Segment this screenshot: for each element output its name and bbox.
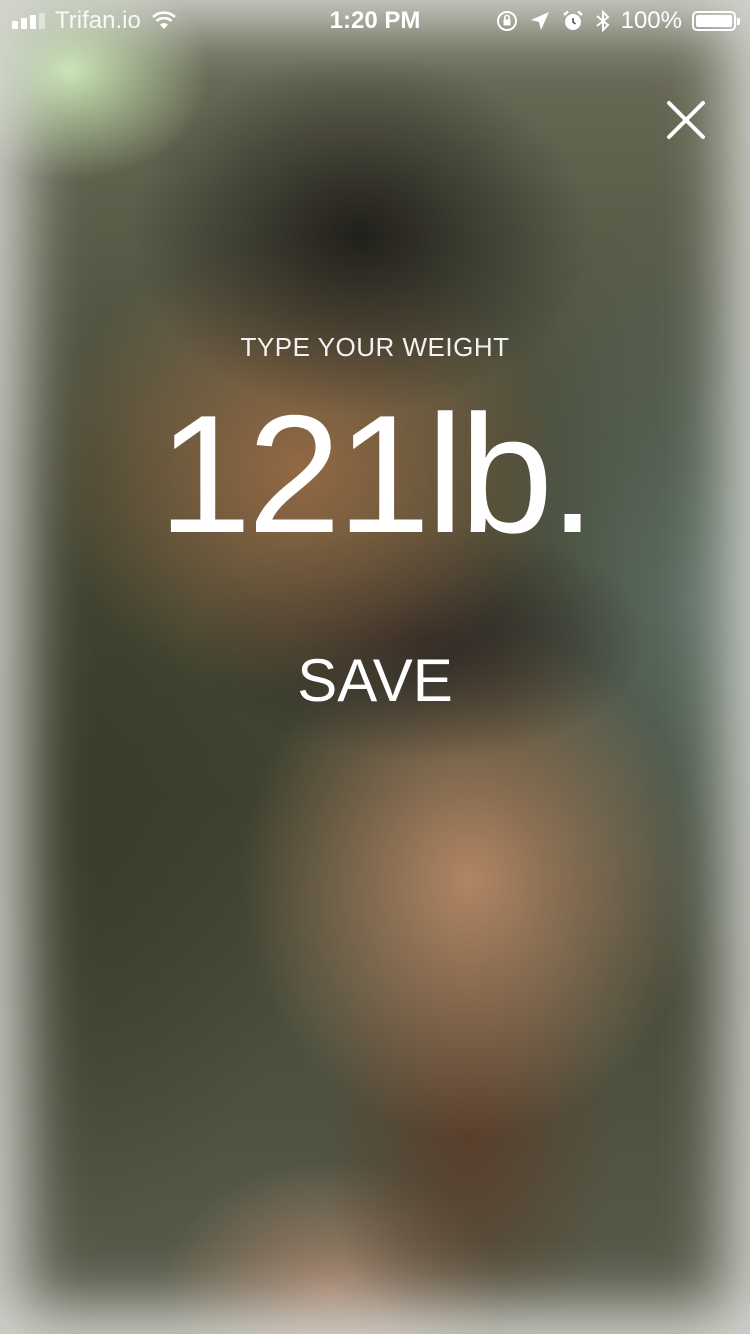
weight-input[interactable]: 121lb. [0,384,750,564]
alarm-icon [562,10,583,30]
battery-fill [696,15,732,27]
orientation-lock-icon [496,11,517,31]
status-bar: Trifan.io 1:20 PM 100% [0,0,750,40]
save-button[interactable]: SAVE [275,630,475,730]
close-icon [667,101,705,139]
battery-icon [692,11,740,31]
battery-percentage: 100% [620,7,682,34]
location-icon [530,12,549,30]
status-right: 100% [495,7,740,35]
weight-prompt-label: TYPE YOUR WEIGHT [240,332,510,362]
bluetooth-icon [595,9,610,33]
close-button[interactable] [656,90,716,150]
weight-entry-screen: Trifan.io 1:20 PM 100% TYPE YOUR WEIGHT … [0,0,750,1334]
